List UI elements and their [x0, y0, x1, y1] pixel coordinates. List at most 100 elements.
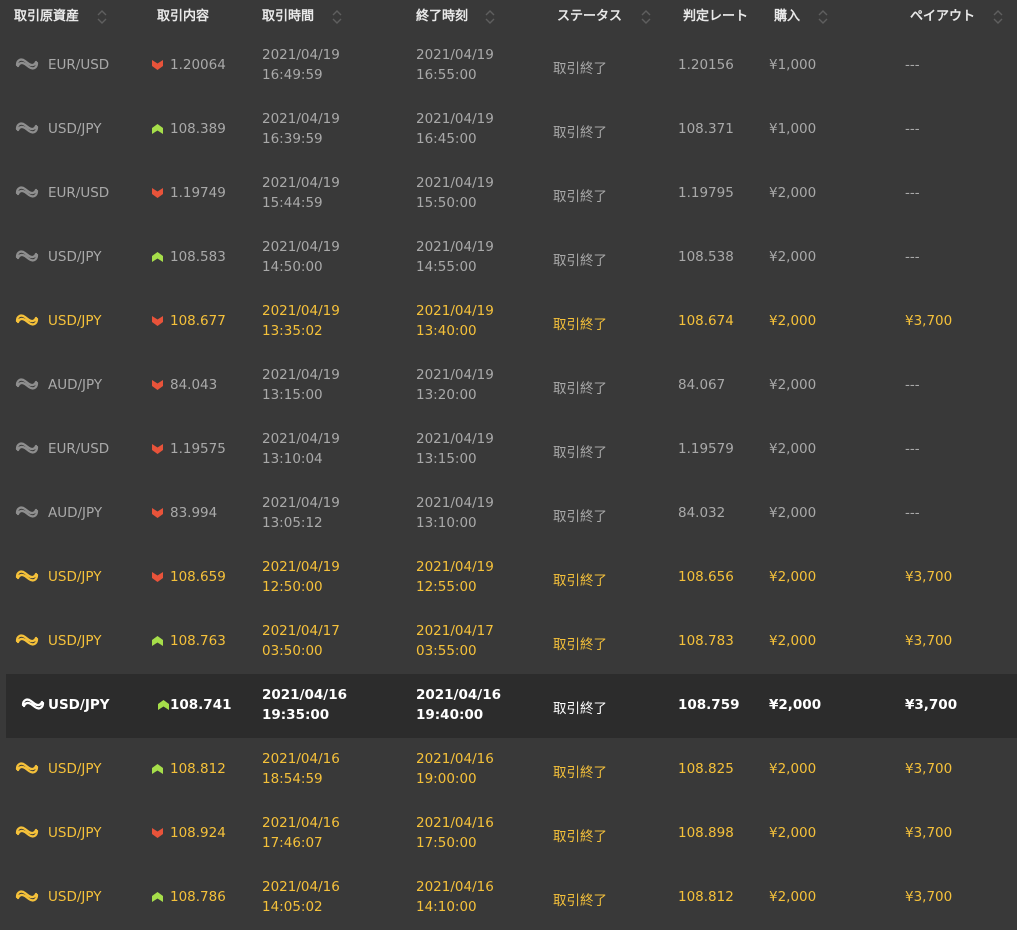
entry-rate: 108.763 [170, 633, 226, 649]
purchase-amount: ¥2,000 [769, 825, 817, 841]
table-row[interactable]: EUR/USD 1.19749 2021/04/19 15:44:59 2021… [0, 162, 1017, 226]
payout-amount: ¥3,700 [905, 633, 953, 649]
purchase-amount: ¥2,000 [769, 569, 817, 585]
header-judge-rate[interactable]: 判定レート [683, 0, 748, 34]
entry-rate: 108.786 [170, 889, 226, 905]
purchase-amount: ¥2,000 [769, 377, 817, 393]
end-date: 2021/04/19 [416, 495, 494, 511]
table-row[interactable]: USD/JPY 108.389 2021/04/19 16:39:59 2021… [0, 98, 1017, 162]
end-datetime: 2021/04/19 14:55:00 [416, 237, 494, 277]
status-text: 取引終了 [553, 637, 607, 653]
sort-start-time-icon[interactable] [331, 9, 343, 25]
table-row[interactable]: USD/JPY 108.786 2021/04/16 14:05:02 2021… [0, 866, 1017, 930]
header-purchase[interactable]: 購入 [774, 0, 800, 34]
start-time: 14:05:02 [262, 899, 323, 915]
start-datetime: 2021/04/19 13:10:04 [262, 429, 340, 469]
start-date: 2021/04/16 [262, 879, 340, 895]
judge-rate: 84.067 [678, 377, 726, 393]
low-arrow-icon [152, 188, 163, 198]
start-date: 2021/04/19 [262, 559, 340, 575]
table-row[interactable]: USD/JPY 108.677 2021/04/19 13:35:02 2021… [0, 290, 1017, 354]
asset-name: USD/JPY [48, 825, 102, 841]
high-arrow-icon [152, 252, 163, 262]
entry-rate: 108.812 [170, 761, 226, 777]
entry-rate: 1.20064 [170, 57, 226, 73]
high-arrow-icon [152, 636, 163, 646]
start-date: 2021/04/19 [262, 495, 340, 511]
sort-payout-icon[interactable] [992, 9, 1004, 25]
judge-rate: 108.898 [678, 825, 734, 841]
table-row[interactable]: USD/JPY 108.741 2021/04/16 19:35:00 2021… [6, 674, 1017, 738]
entry-rate: 108.583 [170, 249, 226, 265]
end-datetime: 2021/04/19 13:15:00 [416, 429, 494, 469]
start-time: 18:54:59 [262, 771, 323, 787]
end-time: 12:55:00 [416, 579, 477, 595]
entry-rate: 83.994 [170, 505, 218, 521]
status-text: 取引終了 [553, 893, 607, 909]
entry-rate: 108.924 [170, 825, 226, 841]
purchase-amount: ¥2,000 [769, 313, 817, 329]
asset-name: USD/JPY [48, 761, 102, 777]
header-content[interactable]: 取引内容 [157, 0, 209, 34]
asset-exchange-icon [15, 250, 39, 262]
table-row[interactable]: USD/JPY 108.583 2021/04/19 14:50:00 2021… [0, 226, 1017, 290]
asset-name: USD/JPY [48, 633, 102, 649]
judge-rate: 1.19795 [678, 185, 734, 201]
asset-exchange-icon [15, 826, 39, 838]
payout-amount: --- [905, 441, 920, 457]
purchase-amount: ¥1,000 [769, 57, 817, 73]
header-payout[interactable]: ペイアウト [910, 0, 975, 34]
table-row[interactable]: USD/JPY 108.659 2021/04/19 12:50:00 2021… [0, 546, 1017, 610]
end-time: 17:50:00 [416, 835, 477, 851]
table-row[interactable]: AUD/JPY 83.994 2021/04/19 13:05:12 2021/… [0, 482, 1017, 546]
end-date: 2021/04/16 [416, 751, 494, 767]
end-datetime: 2021/04/19 16:55:00 [416, 45, 494, 85]
purchase-amount: ¥2,000 [769, 697, 822, 713]
end-datetime: 2021/04/19 12:55:00 [416, 557, 494, 597]
start-date: 2021/04/19 [262, 239, 340, 255]
payout-amount: ¥3,700 [905, 313, 953, 329]
start-time: 16:39:59 [262, 131, 323, 147]
table-row[interactable]: EUR/USD 1.19575 2021/04/19 13:10:04 2021… [0, 418, 1017, 482]
start-time: 13:10:04 [262, 451, 323, 467]
header-status[interactable]: ステータス [557, 0, 622, 34]
header-end-time[interactable]: 終了時刻 [416, 0, 468, 34]
sort-end-time-icon[interactable] [484, 9, 496, 25]
table-row[interactable]: USD/JPY 108.812 2021/04/16 18:54:59 2021… [0, 738, 1017, 802]
table-row[interactable]: EUR/USD 1.20064 2021/04/19 16:49:59 2021… [0, 34, 1017, 98]
status-text: 取引終了 [553, 765, 607, 781]
judge-rate: 108.812 [678, 889, 734, 905]
asset-name: USD/JPY [48, 249, 102, 265]
payout-amount: ¥3,700 [905, 825, 953, 841]
start-date: 2021/04/19 [262, 47, 340, 63]
judge-rate: 108.674 [678, 313, 734, 329]
header-asset[interactable]: 取引原資産 [14, 0, 79, 34]
table-row[interactable]: USD/JPY 108.763 2021/04/17 03:50:00 2021… [0, 610, 1017, 674]
status-text: 取引終了 [553, 189, 607, 205]
table-row[interactable]: USD/JPY 108.924 2021/04/16 17:46:07 2021… [0, 802, 1017, 866]
end-date: 2021/04/19 [416, 175, 494, 191]
status-text: 取引終了 [553, 381, 607, 397]
entry-rate: 108.741 [170, 697, 232, 713]
asset-name: USD/JPY [48, 313, 102, 329]
end-time: 13:15:00 [416, 451, 477, 467]
judge-rate: 108.783 [678, 633, 734, 649]
judge-rate: 108.371 [678, 121, 734, 137]
start-datetime: 2021/04/19 13:15:00 [262, 365, 340, 405]
end-time: 15:50:00 [416, 195, 477, 211]
sort-asset-icon[interactable] [96, 9, 108, 25]
end-date: 2021/04/16 [416, 687, 502, 703]
header-start-time[interactable]: 取引時間 [262, 0, 314, 34]
status-text: 取引終了 [553, 701, 607, 717]
judge-rate: 108.759 [678, 697, 740, 713]
asset-exchange-icon [15, 314, 39, 326]
payout-amount: ¥3,700 [905, 761, 953, 777]
end-time: 03:55:00 [416, 643, 477, 659]
asset-name: EUR/USD [48, 441, 110, 457]
sort-purchase-icon[interactable] [817, 9, 829, 25]
judge-rate: 108.825 [678, 761, 734, 777]
end-datetime: 2021/04/16 19:40:00 [416, 685, 501, 725]
sort-status-icon[interactable] [640, 9, 652, 25]
table-row[interactable]: AUD/JPY 84.043 2021/04/19 13:15:00 2021/… [0, 354, 1017, 418]
start-datetime: 2021/04/16 14:05:02 [262, 877, 340, 917]
